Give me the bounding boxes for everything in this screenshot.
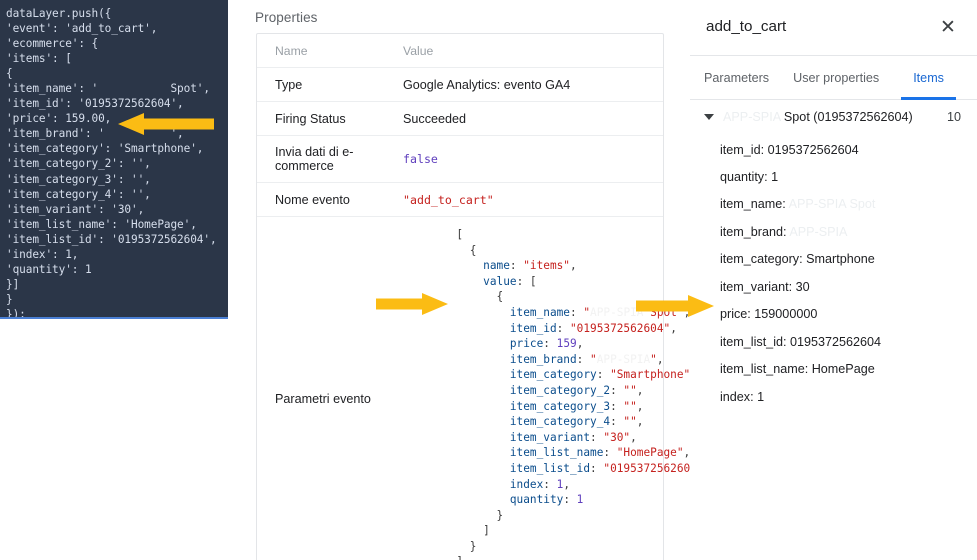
item-field-key: item_brand:	[720, 224, 787, 239]
item-field-value: 0195372562604	[764, 142, 859, 157]
properties-table: Name Value Type Google Analytics: evento…	[256, 33, 710, 560]
tab-user-properties[interactable]: User properties	[793, 56, 879, 100]
item-field-key: quantity:	[720, 169, 768, 184]
row-label-event-parameters: Parametri evento	[275, 391, 371, 406]
chevron-down-icon[interactable]	[704, 114, 714, 120]
item-field-value: 0195372562604	[786, 334, 882, 349]
item-field-item-list-name: item_list_name: HomePage	[720, 356, 977, 383]
column-header-value: Value	[403, 43, 434, 58]
item-field-index: index: 1	[720, 383, 977, 410]
item-field-key: item_name:	[720, 197, 786, 212]
items-group-suffix: Spot (0195372562604)	[780, 110, 913, 124]
event-detail-panel: add_to_cart ✕ Parameters User properties…	[690, 0, 977, 560]
item-field-item-variant: item_variant: 30	[720, 273, 977, 300]
items-group-count: 10	[946, 110, 961, 124]
row-value-firing-status: Succeeded	[403, 111, 467, 126]
table-header-row: Name Value	[257, 34, 663, 68]
page-title: add_to_cart	[706, 18, 787, 35]
item-field-value: 30	[792, 279, 810, 294]
properties-heading: Properties	[255, 10, 318, 25]
item-field-key: item_list_id:	[720, 334, 787, 349]
arrow-items-price	[636, 295, 714, 317]
row-label-event-name: Nome evento	[275, 192, 350, 207]
item-field-key: item_list_name:	[720, 362, 809, 377]
table-row-event-parameters: Parametri evento [ { name: "items", valu…	[257, 217, 710, 560]
items-field-list: item_id: 0195372562604 quantity: 1 item_na…	[690, 134, 977, 411]
row-value-ecommerce-send: false	[403, 152, 438, 166]
item-field-key: price:	[720, 307, 751, 322]
item-field-value: APP-SPIA	[786, 224, 848, 239]
datalayer-code-panel: dataLayer.push({ 'event': 'add_to_cart',…	[0, 0, 228, 319]
items-group-row[interactable]: APP-SPIA Spot (0195372562604) 10	[690, 100, 977, 134]
table-row: Invia dati di e-commerce false	[257, 136, 663, 183]
table-row: Nome evento "add_to_cart"	[257, 183, 663, 217]
screenshot-root: dataLayer.push({ 'event': 'add_to_cart',…	[0, 0, 977, 560]
item-field-key: item_category:	[720, 252, 803, 267]
table-row: Firing Status Succeeded	[257, 102, 663, 136]
table-row: Type Google Analytics: evento GA4	[257, 68, 663, 102]
close-icon[interactable]: ✕	[935, 14, 961, 40]
item-field-price: price: 159000000	[720, 301, 977, 328]
event-parameters-json: [ { name: "items", value: [ { item_name:…	[456, 228, 710, 560]
item-field-value: HomePage	[808, 362, 875, 377]
datalayer-code-text: dataLayer.push({ 'event': 'add_to_cart',…	[6, 7, 217, 319]
row-value-event-parameters: [ { name: "items", value: [ { item_name:…	[403, 217, 718, 560]
tab-parameters[interactable]: Parameters	[704, 56, 769, 100]
item-field-key: index:	[720, 389, 754, 404]
items-group-redacted-prefix: APP-SPIA	[723, 110, 781, 124]
detail-panel-header: add_to_cart ✕	[690, 0, 977, 56]
item-field-item-name: item_name: APP-SPIA Spot	[720, 191, 977, 218]
item-field-value: 1	[753, 389, 765, 404]
row-label-firing-status: Firing Status	[275, 111, 346, 126]
item-field-item-list-id: item_list_id: 0195372562604	[720, 328, 977, 355]
item-field-key: item_variant:	[720, 279, 793, 294]
item-field-value: 159000000	[750, 307, 818, 322]
arrow-event-params-price	[376, 293, 448, 315]
arrow-datalayer-price	[118, 113, 214, 135]
items-group-label: APP-SPIA Spot (0195372562604)	[723, 110, 947, 124]
detail-panel-tabs: Parameters User properties Items	[690, 56, 977, 100]
tab-items[interactable]: Items	[901, 56, 956, 100]
row-label-ecommerce-send: Invia dati di e-commerce	[275, 145, 354, 173]
item-field-value: APP-SPIA Spot	[785, 197, 876, 212]
item-field-key: item_id:	[720, 142, 765, 157]
item-field-value: 1	[767, 169, 779, 184]
item-field-item-brand: item_brand: APP-SPIA	[720, 218, 977, 245]
row-value-event-name: "add_to_cart"	[403, 192, 494, 207]
item-field-item-category: item_category: Smartphone	[720, 246, 977, 273]
item-field-item-id: item_id: 0195372562604	[720, 136, 977, 163]
row-value-type: Google Analytics: evento GA4	[403, 77, 571, 92]
item-field-value: Smartphone	[802, 252, 875, 267]
row-label-type: Type	[275, 77, 303, 92]
item-field-quantity: quantity: 1	[720, 163, 977, 190]
column-header-name: Name	[275, 43, 308, 58]
